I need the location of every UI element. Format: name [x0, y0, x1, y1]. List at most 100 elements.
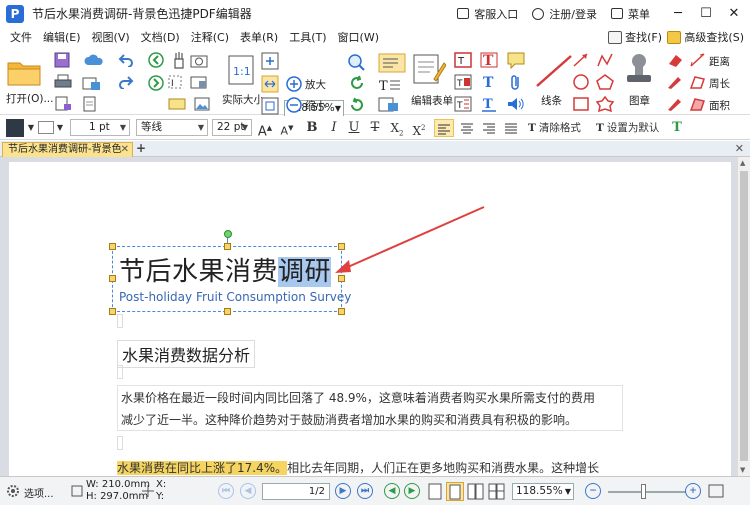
sound-icon[interactable] [506, 96, 526, 112]
options-label[interactable]: 选项... [24, 485, 54, 500]
superscript-button[interactable]: X2 [410, 119, 428, 138]
fullscreen-icon[interactable] [708, 484, 724, 498]
highlighter-icon[interactable] [666, 96, 684, 112]
rotate-counterclockwise-icon[interactable] [349, 97, 365, 113]
cloud-upload-icon[interactable] [82, 75, 102, 91]
zoom-in-label[interactable]: 放大 [305, 77, 326, 92]
align-left-button[interactable] [434, 119, 454, 137]
facing-pages-icon[interactable] [467, 483, 485, 500]
minimize-button[interactable]: ─ [664, 0, 692, 27]
paragraph[interactable]: 水果价格在最近一段时间内同比回落了 48.9%，这意味着消费者购买水果所需支付的… [117, 385, 623, 431]
perimeter-label[interactable]: 周长 [709, 76, 730, 91]
forward-icon[interactable] [148, 75, 164, 91]
menu-window[interactable]: 窗口(W) [338, 29, 379, 45]
prev-page-button[interactable]: ◀ [240, 483, 256, 499]
continuous-page-icon[interactable] [446, 482, 464, 501]
font-size-select[interactable]: 22 pt ▼ [212, 119, 252, 136]
login-button[interactable]: 注册/登录 [532, 6, 597, 22]
edit-form-label[interactable]: 编辑表单 [411, 93, 453, 108]
scroll-down-icon[interactable]: ▼ [740, 466, 745, 474]
attachment-icon[interactable] [508, 74, 524, 92]
edit-content-icon[interactable] [378, 53, 408, 73]
strikethrough-button[interactable]: T [367, 119, 383, 137]
last-page-button[interactable]: ⏭ [357, 483, 373, 499]
underline-text-icon[interactable]: T [480, 96, 498, 112]
back-icon[interactable] [148, 52, 164, 68]
save-icon[interactable] [54, 52, 70, 68]
zoom-slider-thumb[interactable] [641, 484, 646, 499]
empty-paragraph-marker[interactable] [117, 365, 123, 379]
maximize-button[interactable]: ☐ [692, 0, 720, 27]
resize-handle[interactable] [338, 308, 345, 315]
increase-font-button[interactable]: A▲ [256, 119, 274, 139]
text-add-icon[interactable]: T [378, 77, 402, 93]
zoom-out-icon[interactable] [286, 97, 302, 113]
decrease-font-button[interactable]: A▼ [278, 119, 296, 138]
scroll-up-icon[interactable]: ▲ [740, 159, 745, 167]
document-title[interactable]: 节后水果消费调研 [119, 251, 332, 288]
page-number-input[interactable]: 1/2 [262, 483, 330, 500]
align-center-button[interactable] [458, 119, 476, 137]
first-page-button[interactable]: ⏮ [218, 483, 234, 499]
zoom-tool-icon[interactable] [347, 53, 367, 71]
image-add-icon[interactable] [378, 97, 400, 113]
cloud-shape-tool-icon[interactable] [596, 96, 614, 112]
arrow-annotation[interactable] [329, 202, 489, 282]
edit-form-icon[interactable] [412, 53, 446, 87]
forward-view-button[interactable]: ▶ [404, 483, 420, 499]
open-folder-icon[interactable] [6, 57, 42, 87]
camera-icon[interactable] [190, 52, 208, 68]
rectangle-tool-icon[interactable] [572, 96, 590, 112]
text-box-icon[interactable]: T [480, 52, 498, 68]
pdf-page[interactable]: 节后水果消费调研 Post-holiday Fruit Consumption … [9, 162, 731, 476]
fill-color-button[interactable] [6, 119, 24, 137]
cloud-icon[interactable] [84, 53, 104, 67]
resize-handle[interactable] [109, 308, 116, 315]
resize-handle[interactable] [224, 308, 231, 315]
menu-file[interactable]: 文件 [10, 29, 32, 45]
rotate-clockwise-icon[interactable] [349, 75, 365, 91]
lines-label[interactable]: 线条 [541, 93, 562, 108]
next-page-button[interactable]: ▶ [335, 483, 351, 499]
customer-service-button[interactable]: 客服入口 [457, 6, 518, 22]
actual-size-label[interactable]: 实际大小 [222, 92, 264, 107]
bold-button[interactable]: B [304, 119, 320, 137]
clear-format-button[interactable]: T 清除格式 [528, 119, 588, 137]
scroll-thumb[interactable] [740, 171, 748, 461]
polyline-tool-icon[interactable] [596, 52, 614, 68]
menu-comment[interactable]: 注释(C) [191, 29, 229, 45]
chevron-down-icon[interactable]: ▼ [26, 119, 36, 137]
chevron-down-icon[interactable]: ▼ [55, 119, 65, 137]
perimeter-icon[interactable] [689, 74, 707, 90]
resize-handle[interactable] [109, 275, 116, 282]
subscript-button[interactable]: X2 [388, 119, 406, 137]
stamp-icon[interactable] [624, 51, 654, 87]
arrow-tool-icon[interactable] [572, 52, 590, 68]
stamp-label[interactable]: 图章 [629, 93, 650, 108]
align-right-button[interactable] [480, 119, 498, 137]
empty-paragraph-marker[interactable] [117, 314, 123, 328]
underline-button[interactable]: U [346, 119, 362, 137]
note-icon[interactable] [506, 51, 526, 69]
line-tool-icon[interactable] [534, 53, 574, 89]
eraser-icon[interactable] [666, 52, 684, 68]
status-zoom-select[interactable]: 118.55% ▼ [512, 483, 574, 500]
redo-icon[interactable] [118, 75, 134, 89]
open-label[interactable]: 打开(O)... [6, 91, 53, 106]
distance-label[interactable]: 距离 [709, 54, 730, 69]
continuous-facing-icon[interactable] [488, 483, 506, 500]
menu-button[interactable]: 菜单 [611, 6, 650, 22]
text-properties-button[interactable]: T [668, 119, 686, 137]
document-subtitle[interactable]: Post-holiday Fruit Consumption Survey [119, 290, 351, 304]
polygon-tool-icon[interactable] [596, 74, 614, 90]
line-width-select[interactable]: 1 pt ▼ [70, 119, 130, 136]
zoom-slider-track[interactable] [608, 491, 686, 493]
actual-size-icon[interactable]: 1:1 [228, 55, 254, 85]
set-default-button[interactable]: T 设置为默认 [596, 119, 668, 137]
text-field-icon[interactable]: T [454, 52, 472, 68]
zoom-out-label[interactable]: 缩小 [305, 98, 326, 113]
image-icon[interactable] [194, 97, 210, 111]
snapshot-icon[interactable] [190, 74, 208, 90]
single-page-icon[interactable] [428, 483, 442, 500]
area-icon[interactable] [689, 96, 707, 112]
